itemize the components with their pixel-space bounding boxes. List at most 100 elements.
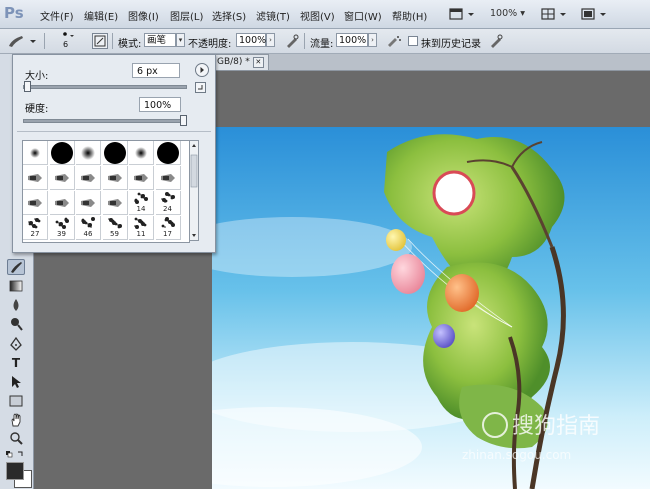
preset-scrollbar[interactable] [189, 140, 199, 241]
menu-help[interactable]: 帮助(H) [392, 8, 427, 23]
hardness-slider[interactable] [23, 115, 187, 126]
document-tab[interactable]: GB/8) * ✕ [212, 54, 269, 70]
menu-view[interactable]: 视图(V) [300, 8, 335, 23]
brush-preset-grid[interactable]: 14 24 27 39 46 59 11 17 [22, 140, 190, 243]
brush-preset-cell[interactable] [49, 166, 75, 190]
tip-brush-icon [81, 198, 95, 207]
mode-dropdown[interactable]: ▾ [176, 33, 185, 47]
tip-brush-icon [160, 173, 175, 182]
menu-edit[interactable]: 编辑(E) [84, 8, 118, 23]
size-slider-thumb[interactable] [24, 81, 31, 92]
menu-filter[interactable]: 滤镜(T) [256, 8, 290, 23]
screen-mode-button[interactable] [446, 5, 478, 24]
divider [17, 131, 211, 132]
restore-size-button[interactable] [195, 82, 206, 93]
brush-preset-cell[interactable] [102, 166, 128, 190]
tip-brush-icon [54, 198, 69, 207]
menu-window[interactable]: 窗口(W) [344, 8, 382, 23]
screen-mode-icon [449, 8, 474, 20]
brush-preset-cell[interactable]: 24 [155, 191, 181, 215]
brush-preset-cell[interactable] [49, 191, 75, 215]
brush-preset-cell[interactable] [155, 141, 181, 165]
brush-preset-cell[interactable]: 46 [76, 216, 101, 240]
app-logo: Ps [4, 4, 24, 22]
hardness-slider-thumb[interactable] [180, 115, 187, 126]
brush-preset-cell[interactable] [76, 191, 101, 215]
gradient-tool[interactable] [7, 278, 25, 294]
brush-picker-button[interactable]: 6 [52, 32, 78, 49]
brush-preset-cell[interactable] [102, 141, 128, 165]
opacity-input[interactable]: 100% [236, 33, 266, 47]
brush-preset-cell[interactable] [76, 141, 101, 165]
brush-preset-icon [9, 36, 36, 47]
canvas-artwork: 搜狗指南 zhinan.sogou.com [212, 127, 650, 489]
flow-dropdown[interactable]: › [368, 33, 377, 47]
brush-preset-cell[interactable] [76, 166, 101, 190]
hand-icon [11, 413, 21, 427]
brush-panel-icon [94, 35, 106, 47]
rectangle-icon [9, 395, 23, 407]
brush-panel-toggle[interactable] [92, 33, 108, 49]
document-canvas[interactable]: 搜狗指南 zhinan.sogou.com [212, 127, 650, 489]
tablet-pressure-opacity-button[interactable] [284, 33, 300, 49]
zoom-level[interactable]: 100% ▾ [490, 8, 525, 19]
tool-preset-picker[interactable] [6, 33, 40, 49]
airbrush-button[interactable] [386, 33, 402, 49]
blur-tool[interactable] [7, 297, 25, 313]
mode-select[interactable]: 画笔 [144, 33, 176, 47]
brush-preset-cell[interactable] [23, 141, 48, 165]
brush-preset-cell[interactable] [23, 191, 48, 215]
path-select-tool[interactable] [7, 374, 25, 390]
panel-menu-button[interactable] [195, 63, 209, 77]
size-slider[interactable] [23, 81, 187, 92]
brush-preset-cell[interactable] [49, 141, 75, 165]
flow-input[interactable]: 100% [336, 33, 368, 47]
opacity-dropdown[interactable]: › [266, 33, 275, 47]
brush-preset-cell[interactable]: 39 [49, 216, 75, 240]
close-icon[interactable]: ✕ [252, 57, 264, 68]
brush-preset-cell[interactable] [129, 166, 154, 190]
splat-brush-icon [134, 192, 148, 204]
shape-tool[interactable] [7, 393, 25, 409]
brush-preset-cell[interactable]: 17 [155, 216, 181, 240]
brush-preset-cell[interactable] [102, 191, 128, 215]
flow-label: 流量: [310, 39, 334, 50]
menu-select[interactable]: 选择(S) [212, 8, 246, 23]
zoom-tool[interactable] [7, 430, 25, 446]
chevron-right-icon: › [269, 36, 272, 44]
chevron-right-icon: › [371, 36, 374, 44]
play-right-icon [200, 67, 204, 73]
document-tab-title: GB/8) * [217, 57, 250, 67]
pen-tool[interactable] [7, 336, 25, 352]
brush-preset-cell[interactable] [23, 166, 48, 190]
brush-tool[interactable] [7, 259, 25, 275]
hard-brush-icon [156, 141, 179, 164]
tablet-pressure-size-button[interactable] [488, 33, 504, 49]
erase-to-history-checkbox[interactable] [408, 36, 418, 46]
brush-preset-cell[interactable]: 14 [129, 191, 154, 215]
options-bar: 6 模式: 画笔 ▾ 不透明度: 100% › 流量: 100% › 抹到历史记… [0, 29, 650, 54]
menu-image[interactable]: 图像(I) [128, 8, 159, 23]
screen-view-button[interactable] [578, 5, 610, 24]
arrange-documents-button[interactable] [538, 5, 570, 24]
hardness-input[interactable]: 100% [139, 97, 181, 112]
type-tool[interactable]: T [7, 355, 25, 371]
foreground-color-swatch[interactable] [6, 462, 24, 480]
pressure-size-icon [491, 34, 503, 48]
default-colors-button[interactable] [5, 447, 27, 463]
menu-bar: Ps 文件(F) 编辑(E) 图像(I) 图层(L) 选择(S) 滤镜(T) 视… [0, 0, 650, 29]
menu-layer[interactable]: 图层(L) [170, 8, 203, 23]
size-input[interactable]: 6 px [132, 63, 180, 78]
gradient-icon [9, 280, 23, 292]
menu-file[interactable]: 文件(F) [40, 8, 74, 23]
hand-tool[interactable] [7, 412, 25, 428]
brush-preset-cell[interactable]: 27 [23, 216, 48, 240]
tip-brush-icon [28, 173, 42, 182]
splat-brush-icon [134, 217, 147, 229]
brush-preset-cell[interactable]: 59 [102, 216, 128, 240]
brush-preset-cell[interactable]: 11 [129, 216, 154, 240]
arrow-cursor-icon [12, 376, 21, 388]
dodge-tool[interactable] [7, 316, 25, 332]
brush-preset-cell[interactable] [155, 166, 181, 190]
brush-preset-cell[interactable] [129, 141, 154, 165]
